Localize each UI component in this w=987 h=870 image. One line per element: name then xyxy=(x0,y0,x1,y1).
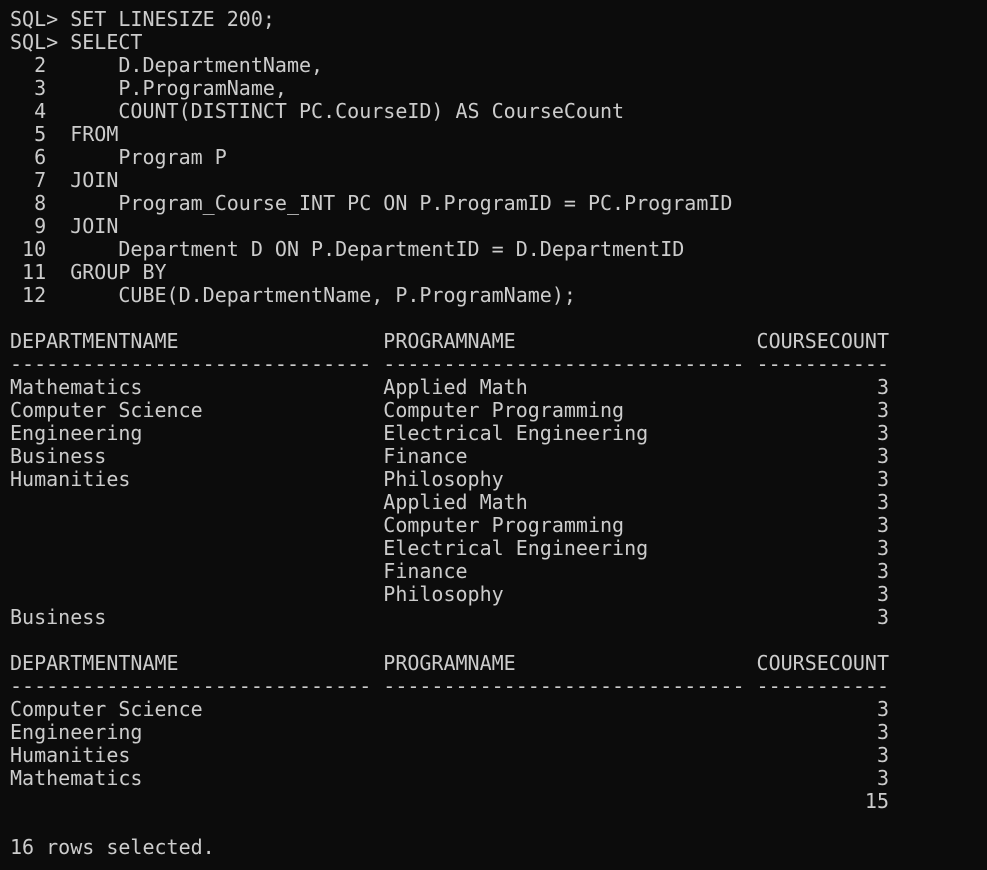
terminal-line: 5 FROM xyxy=(10,123,119,146)
terminal-line: 12 CUBE(D.DepartmentName, P.ProgramName)… xyxy=(10,284,576,307)
result-row: Engineering Electrical Engineering 3 xyxy=(10,422,889,445)
terminal-output: SQL> SET LINESIZE 200; SQL> SELECT 2 D.D… xyxy=(10,8,987,870)
result-row: Computer Science Computer Programming 3 xyxy=(10,399,889,422)
result-row: Business 3 xyxy=(10,606,889,629)
result-row: Humanities 3 xyxy=(10,744,889,767)
terminal-line: 3 P.ProgramName, xyxy=(10,77,287,100)
terminal-line: SQL> SELECT xyxy=(10,31,143,54)
result-separator-line: ------------------------------ ---------… xyxy=(10,353,889,376)
result-row: Computer Programming 3 xyxy=(10,514,889,537)
result-row: Mathematics Applied Math 3 xyxy=(10,376,889,399)
terminal-line: 11 GROUP BY xyxy=(10,261,167,284)
result-row: Computer Science 3 xyxy=(10,698,889,721)
terminal-line: 10 Department D ON P.DepartmentID = D.De… xyxy=(10,238,685,261)
result-row: Engineering 3 xyxy=(10,721,889,744)
result-row: Humanities Philosophy 3 xyxy=(10,468,889,491)
result-separator-line: ------------------------------ ---------… xyxy=(10,675,889,698)
result-header-line: DEPARTMENTNAME PROGRAMNAME COURSECOUNT xyxy=(10,330,889,353)
terminal-line: 2 D.DepartmentName, xyxy=(10,54,324,77)
terminal-line: 4 COUNT(DISTINCT PC.CourseID) AS CourseC… xyxy=(10,100,625,123)
rows-selected-status: 16 rows selected. xyxy=(10,836,215,859)
terminal-line: 8 Program_Course_INT PC ON P.ProgramID =… xyxy=(10,192,733,215)
result-row: Applied Math 3 xyxy=(10,491,889,514)
result-header-line: DEPARTMENTNAME PROGRAMNAME COURSECOUNT xyxy=(10,652,889,675)
result-row: Philosophy 3 xyxy=(10,583,889,606)
result-row: Mathematics 3 xyxy=(10,767,889,790)
result-row: Finance 3 xyxy=(10,560,889,583)
terminal-line: 6 Program P xyxy=(10,146,227,169)
result-row: 15 xyxy=(10,790,889,813)
terminal-line: SQL> SET LINESIZE 200; xyxy=(10,8,275,31)
terminal-line: 9 JOIN xyxy=(10,215,119,238)
result-row: Electrical Engineering 3 xyxy=(10,537,889,560)
terminal-line: 7 JOIN xyxy=(10,169,119,192)
result-row: Business Finance 3 xyxy=(10,445,889,468)
